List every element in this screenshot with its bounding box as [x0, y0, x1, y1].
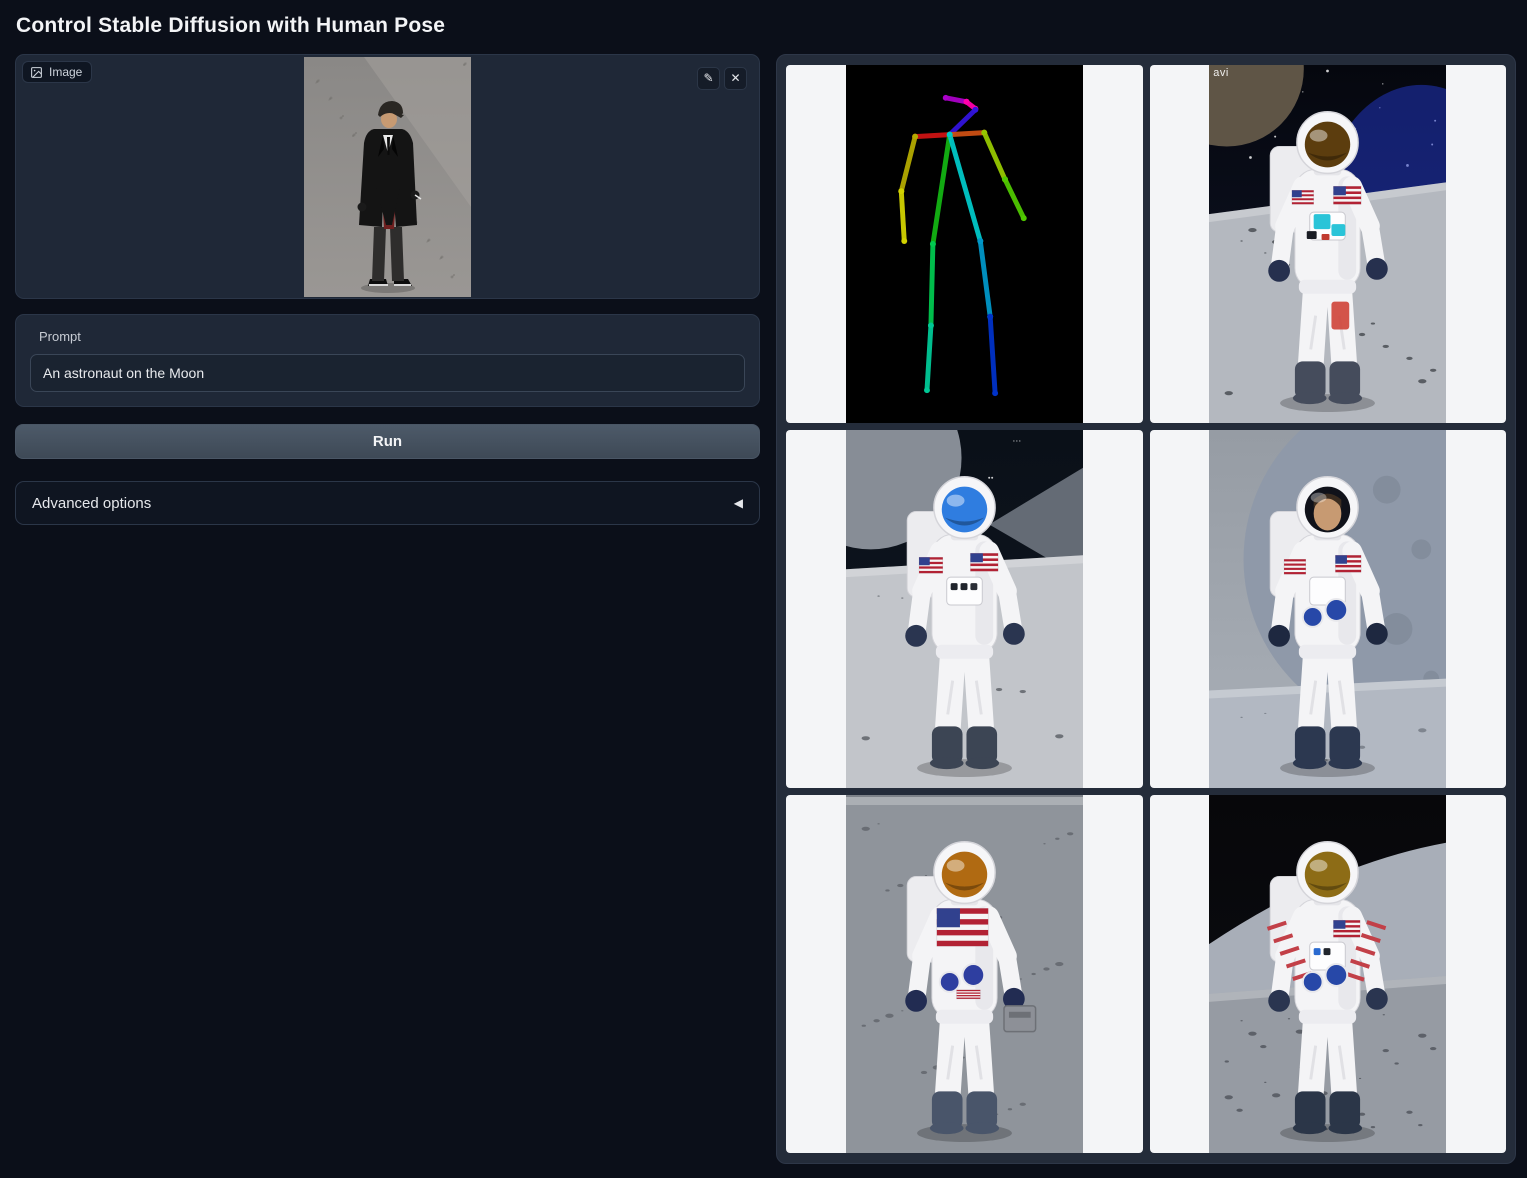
clear-image-button[interactable]: ✕: [724, 67, 747, 90]
page-title: Control Stable Diffusion with Human Pose: [16, 14, 1515, 38]
pencil-icon: ✎: [703, 71, 713, 85]
astronaut-image-2: [846, 430, 1083, 788]
run-button[interactable]: Run: [15, 424, 760, 459]
gallery-item-2[interactable]: avi: [1150, 65, 1507, 423]
collapse-arrow-icon: ◀: [734, 496, 743, 510]
gallery-item-5[interactable]: [786, 795, 1143, 1153]
image-label: Image: [49, 65, 82, 79]
pose-skeleton-image: [846, 65, 1083, 423]
image-label-badge: Image: [22, 61, 92, 83]
control-column: Image ✎ ✕ Prompt Run Advanced options ◀: [15, 54, 760, 525]
astronaut-image-5: [1209, 795, 1446, 1153]
edit-image-button[interactable]: ✎: [697, 67, 720, 90]
input-image-component[interactable]: Image ✎ ✕: [15, 54, 760, 299]
gallery-item-3[interactable]: [786, 430, 1143, 788]
gallery-item-1[interactable]: [786, 65, 1143, 423]
main-layout: Image ✎ ✕ Prompt Run Advanced options ◀ …: [15, 54, 1515, 1164]
astronaut-image-3: [1209, 430, 1446, 788]
image-icon: [30, 66, 43, 79]
prompt-block: Prompt: [15, 314, 760, 407]
gallery-item-4[interactable]: [1150, 430, 1507, 788]
output-column: avi: [776, 54, 1516, 1164]
astronaut-image-1: avi: [1209, 65, 1446, 423]
prompt-label: Prompt: [39, 329, 745, 344]
advanced-options-accordion[interactable]: Advanced options ◀: [15, 481, 760, 525]
advanced-options-label: Advanced options: [32, 495, 151, 512]
gallery-item-6[interactable]: [1150, 795, 1507, 1153]
close-icon: ✕: [730, 71, 740, 85]
astronaut-image-4: [846, 795, 1083, 1153]
gallery-watermark: avi: [1213, 67, 1229, 79]
gallery-grid: avi: [776, 54, 1516, 1164]
input-image-photo: [304, 57, 471, 297]
prompt-input[interactable]: [30, 354, 745, 392]
